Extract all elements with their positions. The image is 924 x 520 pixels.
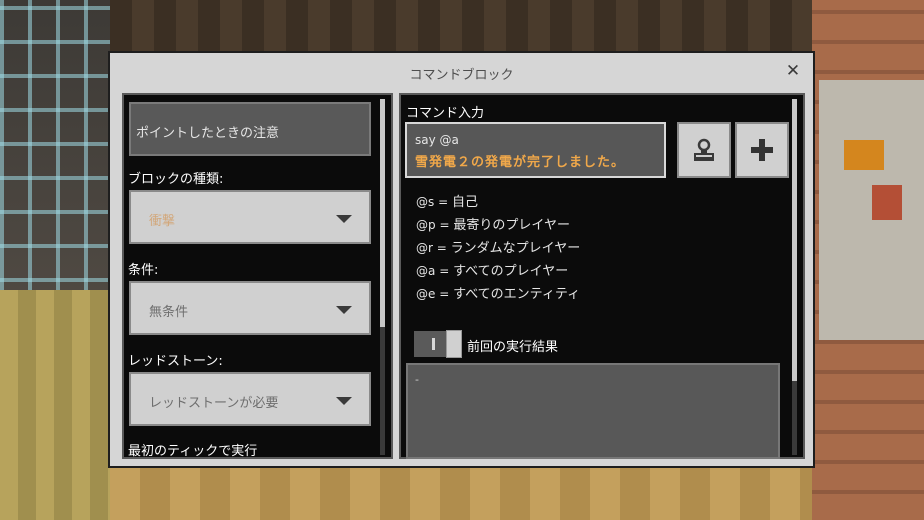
left-scrollbar[interactable]: [380, 99, 385, 455]
command-panel: コマンド入力 say @a 雪発電２の発電が完了しました。 @s = 自己 @p…: [399, 93, 805, 459]
close-button[interactable]: ✕: [783, 61, 803, 81]
chevron-down-icon: [336, 215, 352, 223]
selector-key: @r: [416, 241, 433, 255]
command-input-field[interactable]: say @a 雪発電２の発電が完了しました。: [405, 122, 666, 178]
selector-eq: =: [439, 218, 450, 232]
floor-blocks-left: [0, 290, 110, 520]
selector-hint-e: @e = すべてのエンティティ: [416, 283, 580, 302]
chevron-down-icon: [336, 397, 352, 405]
selector-key: @p: [416, 218, 436, 232]
selector-desc: ランダムなプレイヤー: [450, 241, 581, 256]
plus-icon: [751, 139, 773, 161]
orange-block: [844, 140, 884, 170]
title-bar: コマンドブロック ✕: [110, 53, 813, 91]
block-type-value: 衝撃: [149, 214, 176, 229]
previous-output-box: -: [406, 363, 780, 459]
first-tick-label: 最初のティックで実行: [128, 444, 258, 459]
redstone-label: レッドストーン:: [128, 354, 223, 369]
previous-output-text: -: [415, 373, 419, 386]
right-scroll-thumb[interactable]: [792, 99, 797, 381]
left-scroll-thumb[interactable]: [380, 99, 385, 327]
selector-hint-r: @r = ランダムなプレイヤー: [416, 237, 580, 256]
selector-eq: =: [438, 195, 449, 209]
selector-hint-p: @p = 最寄りのプレイヤー: [416, 214, 570, 233]
selector-eq: =: [439, 287, 450, 301]
selector-desc: 最寄りのプレイヤー: [453, 218, 570, 233]
settings-panel: ポイントしたときの注意 ブロックの種類: 衝撃 条件: 無条件 レッドストーン:…: [122, 93, 393, 459]
selector-eq: =: [439, 264, 450, 278]
selector-hint-a: @a = すべてのプレイヤー: [416, 260, 568, 279]
condition-dropdown[interactable]: 無条件: [129, 281, 371, 335]
condition-value: 無条件: [149, 305, 189, 320]
block-type-label: ブロックの種類:: [128, 172, 224, 187]
command-preview-text: 雪発電２の発電が完了しました。: [415, 155, 626, 170]
selector-key: @s: [416, 195, 435, 209]
hover-note-placeholder: ポイントしたときの注意: [136, 126, 280, 141]
add-button[interactable]: [735, 122, 789, 178]
block-type-dropdown[interactable]: 衝撃: [129, 190, 371, 244]
selector-desc: すべてのエンティティ: [453, 287, 581, 302]
redstone-dropdown[interactable]: レッドストーンが必要: [129, 372, 371, 426]
selector-eq: =: [436, 241, 447, 255]
selector-desc: 自己: [451, 195, 478, 210]
redstone-value: レッドストーンが必要: [149, 396, 279, 411]
red-block: [872, 185, 902, 220]
command-text: say @a: [415, 133, 459, 147]
command-input-label: コマンド入力: [406, 106, 485, 121]
history-button[interactable]: [677, 122, 731, 178]
selector-key: @e: [416, 287, 436, 301]
hover-note-field[interactable]: ポイントしたときの注意: [129, 102, 371, 156]
condition-label: 条件:: [128, 263, 159, 278]
chevron-down-icon: [336, 306, 352, 314]
selector-key: @a: [416, 264, 436, 278]
toggle-knob[interactable]: [446, 330, 462, 358]
command-block-dialog: コマンドブロック ✕ ポイントしたときの注意 ブロックの種類: 衝撃 条件: 無…: [108, 51, 815, 468]
dialog-title: コマンドブロック: [409, 68, 514, 83]
previous-output-label: 前回の実行結果: [467, 340, 559, 355]
right-scrollbar[interactable]: [792, 99, 797, 455]
floor-blocks-bottom: [110, 465, 812, 520]
stamp-icon: [694, 138, 714, 161]
selector-desc: すべてのプレイヤー: [453, 264, 569, 279]
toggle-off-mark: [432, 338, 435, 350]
selector-hint-s: @s = 自己: [416, 191, 478, 210]
previous-output-toggle[interactable]: [414, 330, 462, 358]
